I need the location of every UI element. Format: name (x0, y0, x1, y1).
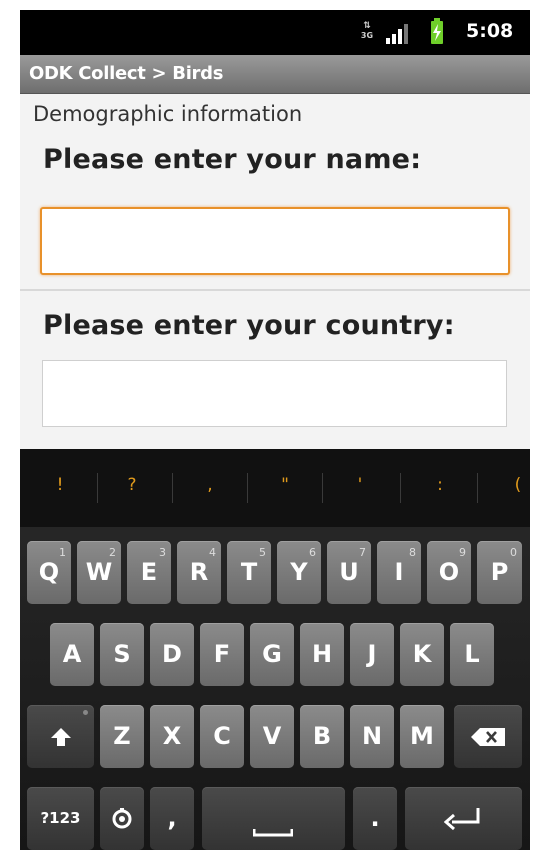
settings-icon (112, 808, 132, 829)
key-q[interactable]: 1Q (27, 541, 71, 604)
network-3g-icon: ⇅ 3G (360, 21, 374, 41)
app-title: ODK Collect > Birds (29, 63, 224, 84)
comma-key[interactable]: , (150, 787, 194, 850)
key-a[interactable]: A (50, 623, 94, 686)
suggestion-colon[interactable]: : (420, 475, 460, 495)
country-input[interactable] (42, 360, 507, 427)
key-u[interactable]: 7U (327, 541, 371, 604)
key-x[interactable]: X (150, 705, 194, 768)
status-bar: ⇅ 3G 5:08 (20, 10, 530, 55)
key-p[interactable]: 0P (477, 541, 522, 604)
question-divider (20, 289, 530, 291)
space-bar-icon (253, 829, 293, 837)
key-e[interactable]: 3E (127, 541, 171, 604)
suggestion-apostrophe[interactable]: ' (340, 475, 380, 495)
group-label: Demographic information (33, 102, 303, 126)
key-l[interactable]: L (450, 623, 494, 686)
enter-return-icon (443, 808, 479, 831)
key-i[interactable]: 8I (377, 541, 421, 604)
period-key[interactable]: . (353, 787, 397, 850)
key-b[interactable]: B (300, 705, 344, 768)
key-t[interactable]: 5T (227, 541, 271, 604)
enter-key[interactable] (405, 787, 522, 850)
question-country-label: Please enter your country: (43, 310, 455, 341)
form-view: Demographic information Please enter you… (20, 94, 530, 449)
key-y[interactable]: 6Y (277, 541, 321, 604)
battery-charging-icon (431, 18, 443, 44)
clock-time: 5:08 (466, 20, 514, 42)
key-r[interactable]: 4R (177, 541, 221, 604)
suggestion-separator (322, 473, 323, 503)
key-n[interactable]: N (350, 705, 394, 768)
question-name-label: Please enter your name: (43, 144, 422, 175)
space-key[interactable] (202, 787, 345, 850)
suggestion-separator (172, 473, 173, 503)
key-s[interactable]: S (100, 623, 144, 686)
key-j[interactable]: J (350, 623, 394, 686)
suggestion-comma[interactable]: , (190, 475, 230, 495)
key-m[interactable]: M (400, 705, 444, 768)
key-z[interactable]: Z (100, 705, 144, 768)
suggestion-double-quote[interactable]: " (265, 475, 305, 495)
backspace-key[interactable] (454, 705, 522, 768)
key-h[interactable]: H (300, 623, 344, 686)
key-g[interactable]: G (250, 623, 294, 686)
key-v[interactable]: V (250, 705, 294, 768)
key-d[interactable]: D (150, 623, 194, 686)
phone-screen: ⇅ 3G 5:08 ODK Collect > Birds Demographi… (20, 10, 530, 850)
suggestion-open-paren[interactable]: ( (498, 475, 530, 495)
key-o[interactable]: 9O (427, 541, 471, 604)
shift-arrow-icon (50, 728, 71, 746)
shift-key[interactable] (27, 705, 94, 768)
key-f[interactable]: F (200, 623, 244, 686)
key-k[interactable]: K (400, 623, 444, 686)
backspace-icon (471, 728, 505, 746)
name-input[interactable] (40, 207, 510, 275)
key-c[interactable]: C (200, 705, 244, 768)
suggestion-separator (247, 473, 248, 503)
soft-keyboard: ! ? , " ' : ( 1Q 2W 3E 4R 5T 6Y 7U 8I 9O… (20, 449, 530, 850)
key-w[interactable]: 2W (77, 541, 121, 604)
signal-strength-icon (386, 24, 408, 44)
suggestion-separator (97, 473, 98, 503)
suggestion-separator (400, 473, 401, 503)
settings-key[interactable] (100, 787, 144, 850)
suggestion-exclamation[interactable]: ! (40, 475, 80, 495)
symbols-key[interactable]: ?123 (27, 787, 94, 850)
suggestion-question[interactable]: ? (112, 475, 152, 495)
suggestion-strip: ! ? , " ' : ( (20, 449, 530, 527)
suggestion-separator (477, 473, 478, 503)
app-title-bar: ODK Collect > Birds (20, 55, 530, 94)
